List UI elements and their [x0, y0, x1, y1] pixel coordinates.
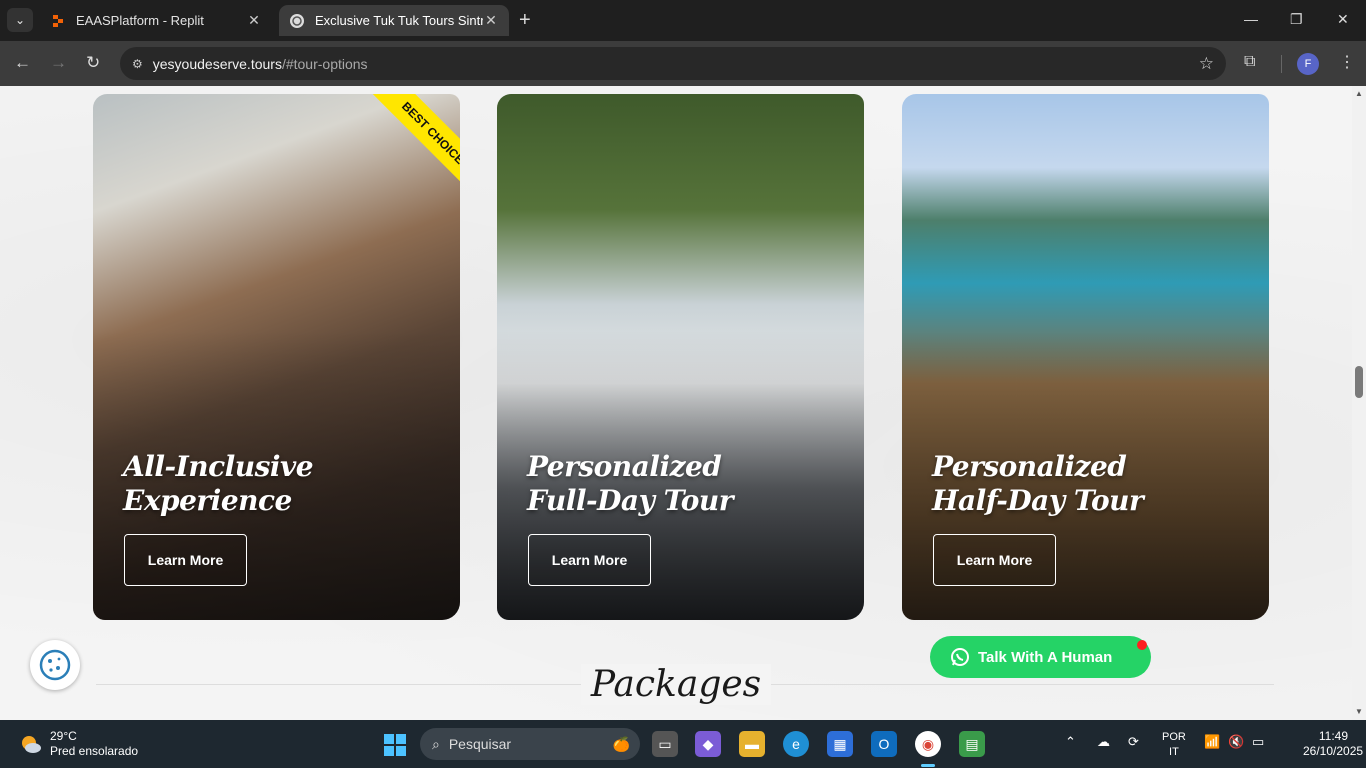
page-viewport: BEST CHOICE All-Inclusive Experience Lea… — [0, 86, 1352, 720]
sync-icon[interactable]: ⟳ — [1128, 734, 1139, 750]
cookie-icon — [39, 649, 71, 681]
forward-icon[interactable]: → — [50, 54, 67, 71]
restore-icon[interactable]: ❐ — [1290, 11, 1303, 28]
page-scrollbar[interactable] — [1352, 86, 1366, 720]
learn-more-button[interactable]: Learn More — [528, 534, 651, 586]
wifi-icon[interactable]: 📶 — [1204, 734, 1220, 750]
learn-more-button[interactable]: Learn More — [124, 534, 247, 586]
task-view-icon[interactable]: ▭ — [652, 731, 678, 757]
minimize-icon[interactable]: — — [1244, 11, 1258, 27]
search-icon: ⌕ — [432, 735, 440, 752]
outlook-icon[interactable]: O — [871, 731, 897, 757]
bookmark-star-icon[interactable]: ☆ — [1199, 54, 1214, 74]
tab-tuktuk[interactable]: Exclusive Tuk Tuk Tours Sintra & ✕ — [279, 5, 509, 36]
menu-icon[interactable]: ⋮ — [1339, 52, 1355, 72]
close-tab-icon[interactable]: ✕ — [246, 12, 262, 29]
tab-replit[interactable]: EAASPlatform - Replit ✕ — [40, 5, 272, 36]
cookie-settings-button[interactable] — [30, 640, 80, 690]
whatsapp-label: Talk With A Human — [978, 648, 1113, 666]
card-title: All-Inclusive Experience — [123, 450, 314, 517]
windows-start-icon[interactable] — [383, 733, 407, 757]
active-app-indicator — [921, 764, 935, 767]
address-bar[interactable]: ⚙ yesyoudeserve.tours/#tour-options ☆ — [120, 47, 1226, 80]
learn-more-button[interactable]: Learn More — [933, 534, 1056, 586]
temperature: 29°C — [50, 729, 77, 743]
taskbar-search[interactable]: ⌕ Pesquisar 🍊 — [420, 728, 640, 760]
site-icon — [289, 13, 305, 29]
new-tab-button[interactable]: + — [519, 10, 531, 30]
url-path: /#tour-options — [281, 55, 368, 72]
tab-title: Exclusive Tuk Tuk Tours Sintra & — [315, 13, 483, 28]
taskbar-clock[interactable]: 11:49 26/10/2025 — [1303, 729, 1363, 759]
windows-taskbar: 29°C Pred ensolarado ⌕ Pesquisar 🍊 ▭ ◆ ▬… — [0, 720, 1366, 768]
chevron-up-icon[interactable]: ⌃ — [1065, 734, 1076, 750]
search-highlight-icon: 🍊 — [612, 735, 630, 752]
chevron-down-icon: ⌄ — [14, 13, 26, 27]
whatsapp-chat-button[interactable]: Talk With A Human — [930, 636, 1151, 678]
replit-icon — [50, 13, 66, 29]
scroll-up-icon[interactable]: ▲ — [1352, 89, 1366, 98]
reload-icon[interactable]: ↻ — [86, 54, 100, 71]
profile-avatar[interactable]: F — [1297, 53, 1319, 75]
site-settings-icon[interactable]: ⚙ — [132, 57, 143, 71]
tour-card-all-inclusive[interactable]: BEST CHOICE All-Inclusive Experience Lea… — [93, 94, 460, 620]
file-explorer-icon[interactable]: ▬ — [739, 731, 765, 757]
tab-strip: ⌄ EAASPlatform - Replit ✕ Exclusive Tuk … — [0, 0, 1366, 41]
tab-title: EAASPlatform - Replit — [76, 13, 204, 28]
weather-description: Pred ensolarado — [50, 744, 139, 758]
tab-search-button[interactable]: ⌄ — [7, 8, 33, 32]
onedrive-icon[interactable]: ☁ — [1097, 734, 1110, 750]
notification-dot — [1137, 640, 1147, 650]
scroll-down-icon[interactable]: ▼ — [1352, 707, 1366, 716]
tour-card-full-day[interactable]: Personalized Full-Day Tour Learn More — [497, 94, 864, 620]
battery-icon[interactable]: ▭ — [1252, 734, 1264, 750]
edge-icon[interactable]: e — [783, 731, 809, 757]
section-heading: Packages — [0, 664, 1352, 705]
card-title: Personalized Half-Day Tour — [932, 450, 1144, 517]
card-title: Personalized Full-Day Tour — [527, 450, 734, 517]
close-window-icon[interactable]: ✕ — [1337, 11, 1349, 28]
language-indicator[interactable]: POR IT — [1162, 730, 1186, 760]
extensions-icon[interactable]: ⧉ — [1244, 53, 1255, 71]
search-placeholder: Pesquisar — [448, 736, 512, 752]
back-icon[interactable]: ← — [14, 54, 31, 71]
m365-icon[interactable]: ◆ — [695, 731, 721, 757]
chart-app-icon[interactable]: ▤ — [959, 731, 985, 757]
store-icon[interactable]: ▦ — [827, 731, 853, 757]
tour-card-half-day[interactable]: Personalized Half-Day Tour Learn More — [902, 94, 1269, 620]
weather-widget[interactable]: 29°C Pred ensolarado — [50, 729, 138, 759]
browser-toolbar: ← → ↻ ⚙ yesyoudeserve.tours/#tour-option… — [0, 41, 1366, 86]
toolbar-divider — [1281, 55, 1282, 73]
weather-sun-cloud-icon[interactable] — [19, 732, 43, 756]
close-tab-icon[interactable]: ✕ — [483, 12, 499, 29]
whatsapp-icon — [951, 648, 969, 666]
scrollbar-thumb[interactable] — [1355, 366, 1363, 398]
volume-muted-icon[interactable]: 🔇 — [1228, 734, 1244, 750]
url-host: yesyoudeserve.tours — [152, 55, 282, 72]
chrome-icon[interactable]: ◉ — [915, 731, 941, 757]
